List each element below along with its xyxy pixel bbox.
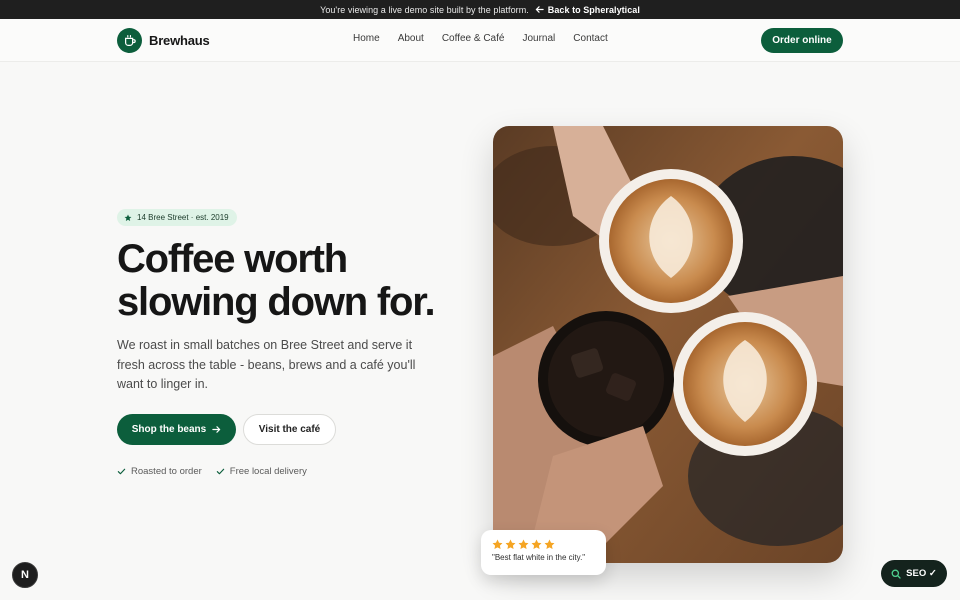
location-badge: 14 Bree Street · est. 2019 bbox=[117, 209, 237, 226]
arrow-right-icon bbox=[212, 426, 221, 433]
hero-description: We roast in small batches on Bree Street… bbox=[117, 338, 416, 391]
check-icon bbox=[216, 468, 225, 475]
coffee-cup-icon bbox=[117, 28, 142, 53]
nav-item-about[interactable]: About bbox=[398, 33, 424, 44]
feature-label: Roasted to order bbox=[131, 466, 202, 477]
hero-coffee-photo bbox=[493, 126, 843, 563]
review-card: "Best flat white in the city." bbox=[481, 530, 606, 575]
feature-label: Free local delivery bbox=[229, 466, 307, 477]
headline-line-2: slowing down for. bbox=[117, 280, 436, 324]
demo-banner-message: You're viewing a live demo site built by… bbox=[320, 4, 529, 15]
feature-item: Roasted to order bbox=[117, 466, 202, 477]
back-link[interactable]: Back to Spheralytical bbox=[535, 5, 640, 15]
brand-name: Brewhaus bbox=[149, 33, 210, 48]
brand-logo[interactable]: Brewhaus bbox=[117, 28, 210, 53]
seo-label: SEO ✓ bbox=[906, 568, 937, 579]
star-icon bbox=[544, 539, 555, 550]
framework-badge[interactable]: N bbox=[12, 562, 38, 588]
order-online-button[interactable]: Order online bbox=[761, 28, 843, 53]
nav-item-home[interactable]: Home bbox=[353, 33, 380, 44]
review-quote: "Best flat white in the city." bbox=[492, 553, 586, 562]
feature-list: Roasted to order Free local delivery bbox=[117, 466, 307, 477]
nav-item-coffee-cafe[interactable]: Coffee & Café bbox=[442, 33, 505, 44]
shop-beans-label: Shop the beans bbox=[131, 424, 207, 435]
nav-item-contact[interactable]: Contact bbox=[573, 33, 607, 44]
headline-line-1: Coffee worth bbox=[117, 237, 348, 281]
star-icon bbox=[518, 539, 529, 550]
visit-cafe-button[interactable]: Visit the café bbox=[243, 414, 336, 445]
star-rating bbox=[492, 539, 606, 550]
star-icon bbox=[531, 539, 542, 550]
demo-banner: You're viewing a live demo site built by… bbox=[0, 0, 960, 19]
hero-headline: Coffee worth slowing down for. bbox=[117, 238, 477, 324]
arrow-left-icon bbox=[535, 6, 544, 13]
star-icon bbox=[492, 539, 503, 550]
badge-label: 14 Bree Street · est. 2019 bbox=[137, 213, 229, 222]
site-header: Brewhaus Home About Coffee & Café Journa… bbox=[0, 19, 960, 62]
search-icon bbox=[891, 569, 901, 579]
feature-item: Free local delivery bbox=[216, 466, 307, 477]
star-icon bbox=[505, 539, 516, 550]
seo-widget-button[interactable]: SEO ✓ bbox=[881, 560, 947, 587]
main-nav: Home About Coffee & Café Journal Contact bbox=[353, 33, 608, 44]
nav-item-journal[interactable]: Journal bbox=[522, 33, 555, 44]
back-link-label: Back to Spheralytical bbox=[547, 4, 640, 15]
star-icon bbox=[124, 213, 132, 221]
shop-beans-button[interactable]: Shop the beans bbox=[117, 414, 236, 445]
check-icon bbox=[117, 468, 126, 475]
